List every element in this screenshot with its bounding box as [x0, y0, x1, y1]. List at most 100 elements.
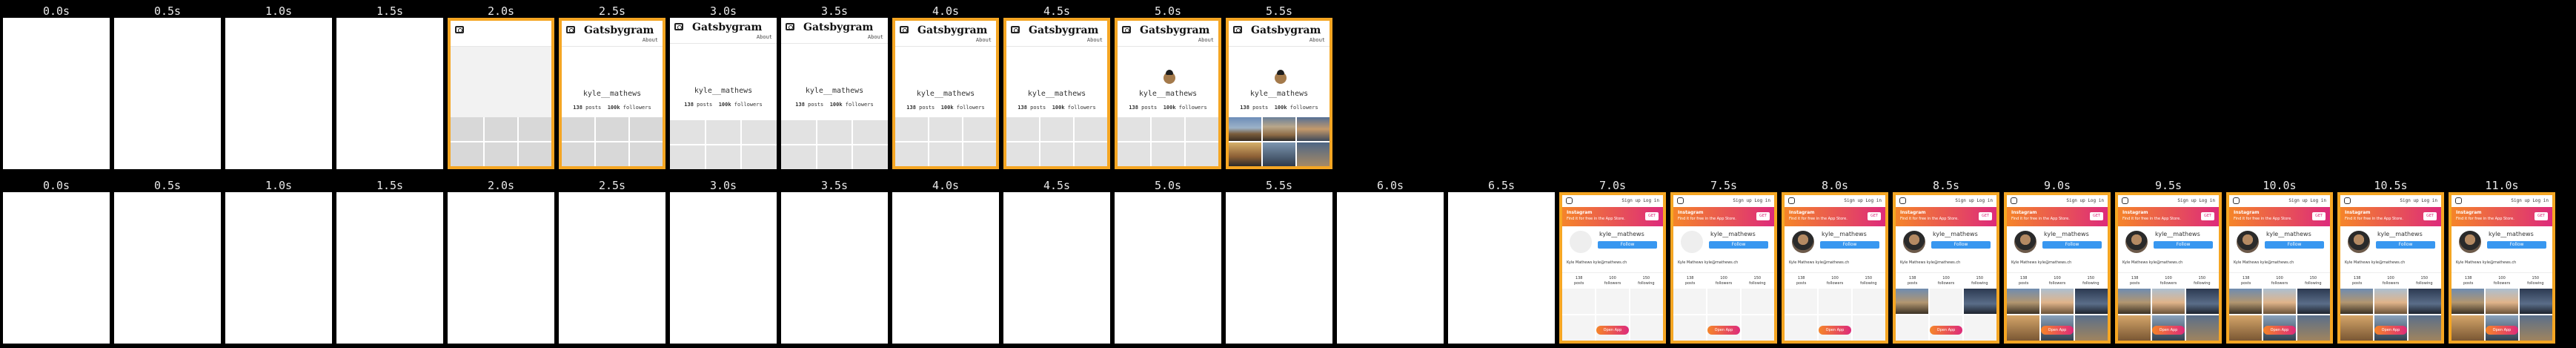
about-link[interactable]: About: [1087, 37, 1103, 43]
following-stat[interactable]: 150 following: [2297, 273, 2330, 289]
photo-tile[interactable]: [1297, 142, 1330, 166]
photo-tile[interactable]: [2340, 315, 2373, 341]
photo-tile[interactable]: [670, 145, 705, 169]
photo-tile[interactable]: [853, 145, 888, 169]
photo-tile[interactable]: [485, 117, 517, 141]
photo-tile[interactable]: [2007, 315, 2039, 341]
photo-tile[interactable]: [1229, 117, 1261, 141]
photo-tile[interactable]: [1896, 315, 1928, 341]
get-app-button[interactable]: GET: [2312, 212, 2326, 220]
get-app-button[interactable]: GET: [1979, 212, 1992, 220]
photo-tile[interactable]: [2486, 289, 2518, 314]
photo-tile[interactable]: [895, 142, 928, 166]
photo-tile[interactable]: [963, 142, 996, 166]
follow-button[interactable]: Follow: [1820, 241, 1879, 249]
following-stat[interactable]: 150 following: [2074, 273, 2108, 289]
site-title[interactable]: Gatsbygram: [803, 22, 873, 33]
photo-tile[interactable]: [929, 117, 962, 141]
photo-tile[interactable]: [1562, 289, 1595, 314]
open-app-button[interactable]: Open App: [2041, 326, 2074, 335]
site-title[interactable]: Gatsbygram: [692, 22, 762, 33]
signup-login-links[interactable]: Sign up Log in: [1733, 198, 1770, 203]
photo-tile[interactable]: [2075, 289, 2108, 314]
site-title[interactable]: Gatsbygram: [917, 24, 987, 36]
photo-tile[interactable]: [1186, 117, 1218, 141]
photo-tile[interactable]: [2152, 289, 2185, 314]
photo-tile[interactable]: [781, 145, 816, 169]
open-app-button[interactable]: Open App: [2152, 326, 2185, 335]
photo-tile[interactable]: [1673, 315, 1706, 341]
posts-stat[interactable]: 138 posts: [1785, 273, 1818, 289]
site-title[interactable]: Gatsbygram: [1029, 24, 1098, 36]
follow-button[interactable]: Follow: [2042, 241, 2102, 249]
open-app-button[interactable]: Open App: [1930, 326, 1962, 335]
photo-tile[interactable]: [742, 120, 777, 144]
follow-button[interactable]: Follow: [2154, 241, 2213, 249]
photo-tile[interactable]: [2229, 289, 2262, 314]
followers-stat[interactable]: 100 followers: [1818, 273, 1851, 289]
site-title[interactable]: Gatsbygram: [1140, 24, 1209, 36]
photo-tile[interactable]: [2007, 289, 2039, 314]
following-stat[interactable]: 150 following: [1741, 273, 1774, 289]
posts-stat[interactable]: 138 posts: [2118, 273, 2151, 289]
followers-stat[interactable]: 100 followers: [1707, 273, 1740, 289]
open-app-button[interactable]: Open App: [2263, 326, 2296, 335]
photo-tile[interactable]: [1707, 289, 1740, 314]
following-stat[interactable]: 150 following: [2519, 273, 2552, 289]
photo-tile[interactable]: [853, 120, 888, 144]
open-app-button[interactable]: Open App: [1819, 326, 1851, 335]
photo-tile[interactable]: [519, 142, 551, 166]
posts-stat[interactable]: 138 posts: [1562, 273, 1596, 289]
following-stat[interactable]: 150 following: [1963, 273, 1996, 289]
photo-tile[interactable]: [519, 117, 551, 141]
photo-tile[interactable]: [1596, 289, 1629, 314]
photo-tile[interactable]: [2520, 289, 2552, 314]
posts-stat[interactable]: 138 posts: [2229, 273, 2263, 289]
photo-tile[interactable]: [1930, 289, 1962, 314]
photo-tile[interactable]: [670, 120, 705, 144]
photo-tile[interactable]: [1742, 289, 1774, 314]
photo-tile[interactable]: [1006, 142, 1039, 166]
photo-tile[interactable]: [596, 117, 628, 141]
photo-tile[interactable]: [1186, 142, 1218, 166]
photo-tile[interactable]: [2263, 289, 2296, 314]
photo-tile[interactable]: [485, 142, 517, 166]
photo-tile[interactable]: [781, 120, 816, 144]
photo-tile[interactable]: [1263, 142, 1295, 166]
photo-tile[interactable]: [1118, 142, 1150, 166]
photo-tile[interactable]: [562, 117, 594, 141]
photo-tile[interactable]: [2297, 289, 2330, 314]
followers-stat[interactable]: 100 followers: [1929, 273, 1962, 289]
followers-stat[interactable]: 100 followers: [2040, 273, 2074, 289]
about-link[interactable]: About: [976, 37, 992, 43]
follow-button[interactable]: Follow: [2487, 241, 2546, 249]
photo-tile[interactable]: [2297, 315, 2330, 341]
photo-tile[interactable]: [817, 120, 852, 144]
get-app-button[interactable]: GET: [2090, 212, 2103, 220]
followers-stat[interactable]: 100 followers: [2151, 273, 2185, 289]
followers-stat[interactable]: 100 followers: [1596, 273, 1629, 289]
get-app-button[interactable]: GET: [1645, 212, 1659, 220]
get-app-button[interactable]: GET: [2201, 212, 2214, 220]
photo-tile[interactable]: [596, 142, 628, 166]
get-app-button[interactable]: GET: [1868, 212, 1881, 220]
photo-tile[interactable]: [2229, 315, 2262, 341]
photo-tile[interactable]: [895, 117, 928, 141]
follow-button[interactable]: Follow: [1598, 241, 1657, 249]
photo-tile[interactable]: [2118, 289, 2151, 314]
photo-tile[interactable]: [1562, 315, 1595, 341]
site-title[interactable]: Gatsbygram: [1251, 24, 1321, 36]
open-app-button[interactable]: Open App: [1596, 326, 1629, 335]
photo-tile[interactable]: [2374, 289, 2407, 314]
photo-tile[interactable]: [1297, 117, 1330, 141]
photo-tile[interactable]: [742, 145, 777, 169]
open-app-button[interactable]: Open App: [2374, 326, 2407, 335]
photo-tile[interactable]: [1075, 142, 1107, 166]
photo-tile[interactable]: [630, 142, 663, 166]
about-link[interactable]: About: [1198, 37, 1214, 43]
followers-stat[interactable]: 100 followers: [2374, 273, 2407, 289]
photo-tile[interactable]: [2451, 289, 2484, 314]
signup-login-links[interactable]: Sign up Log in: [1844, 198, 1882, 203]
signup-login-links[interactable]: Sign up Log in: [2066, 198, 2104, 203]
photo-tile[interactable]: [2186, 289, 2219, 314]
